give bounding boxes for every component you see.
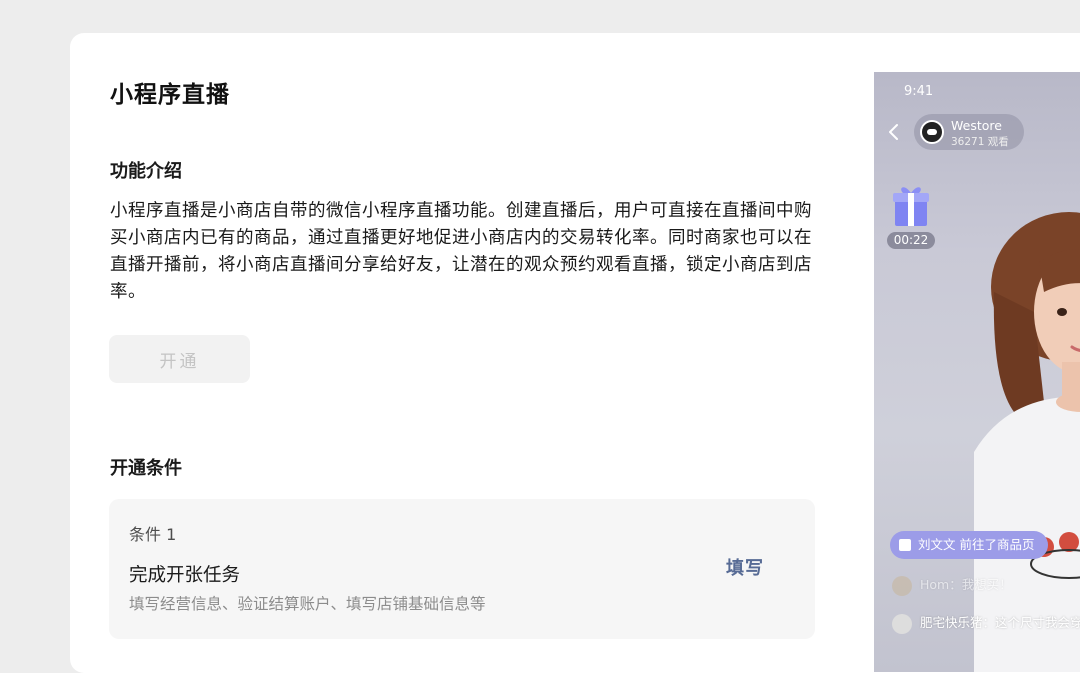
shopping-bag-icon [899, 539, 911, 551]
condition-name: 完成开张任务 [129, 565, 241, 586]
main-card: 小程序直播 功能介绍 小程序直播是小商店自带的微信小程序直播功能。创建直播后，用… [70, 33, 1080, 673]
condition-description: 填写经营信息、验证结算账户、填写店铺基础信息等 [129, 595, 486, 613]
commenter-avatar [892, 613, 912, 634]
condition-card: 条件 1 完成开张任务 填写经营信息、验证结算账户、填写店铺基础信息等 填写 [109, 499, 815, 639]
back-arrow-icon[interactable] [886, 122, 902, 142]
condition-label: 条件 1 [129, 525, 177, 544]
conditions-heading: 开通条件 [110, 458, 182, 479]
comment-text: 我想买！ [961, 577, 1012, 592]
gift-icon[interactable] [890, 180, 932, 230]
live-preview-phone: 9:41 Westore 36271 观看 00:22 刘文文 前往了商品页 H… [874, 72, 1080, 672]
comment-user: Hom [919, 577, 950, 592]
open-button[interactable]: 开通 [109, 335, 250, 383]
host-avatar [920, 120, 944, 144]
viewer-count: 36271 观看 [951, 136, 1009, 148]
intro-heading: 功能介绍 [110, 161, 182, 182]
notice-text: 刘文文 前往了商品页 [918, 537, 1035, 552]
comment-text: 这个尺寸我会穿 [995, 615, 1080, 630]
page-title: 小程序直播 [110, 82, 230, 108]
host-name: Westore [951, 118, 1002, 133]
intro-text: 小程序直播是小商店自带的微信小程序直播功能。创建直播后，用户可直接在直播间中购买… [110, 201, 812, 302]
host-info[interactable]: Westore 36271 观看 [914, 114, 1024, 150]
comment-item: 肥宅快乐猪：这个尺寸我会穿 [892, 612, 1080, 634]
streamer-image [974, 212, 1080, 672]
status-time: 9:41 [904, 84, 934, 99]
fill-link[interactable]: 填写 [726, 554, 764, 580]
commenter-avatar [892, 575, 912, 596]
gift-timer: 00:22 [887, 232, 935, 249]
comment-user: 肥宅快乐猪 [919, 615, 983, 630]
comment-item: Hom：我想买！ [892, 574, 1012, 596]
notice-pill: 刘文文 前往了商品页 [890, 531, 1049, 559]
